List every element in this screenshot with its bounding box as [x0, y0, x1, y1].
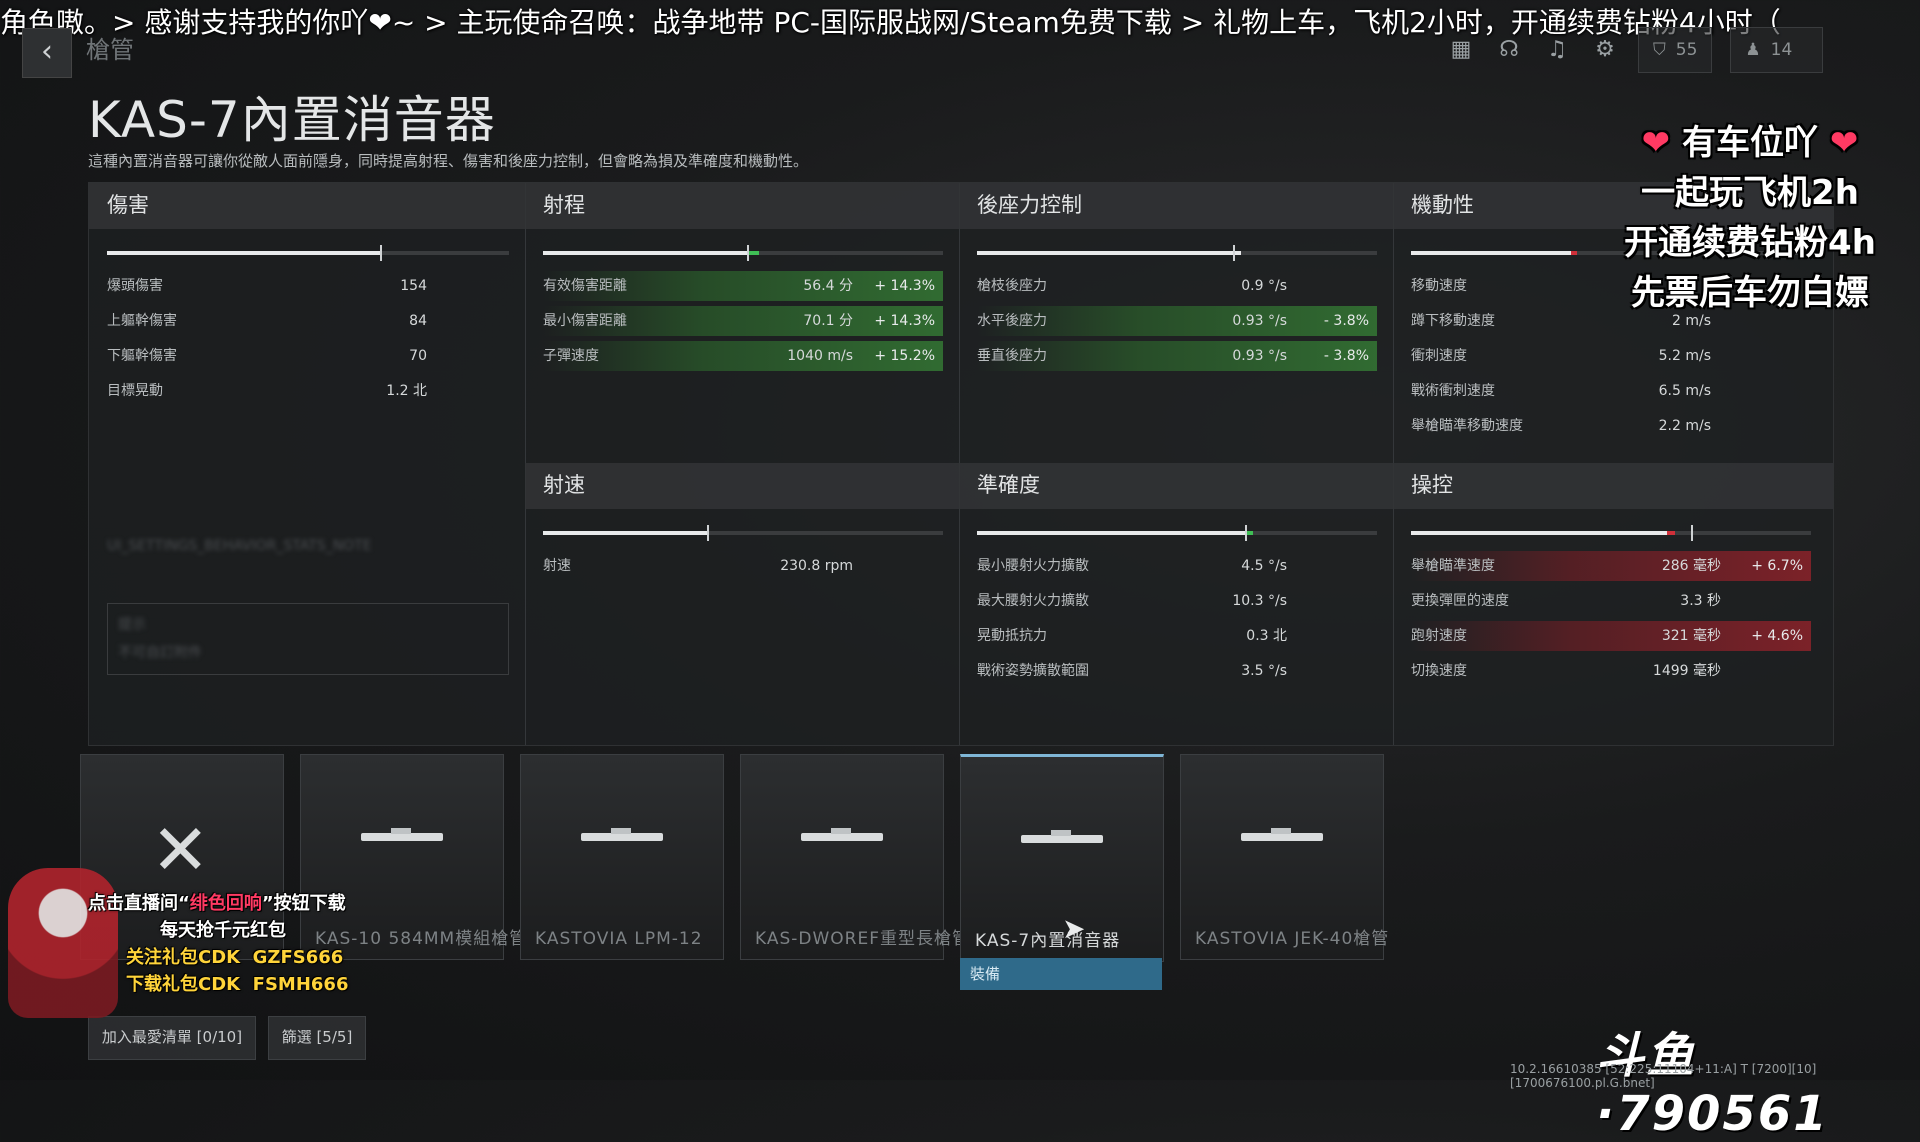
players-box[interactable]: ♟ 14 — [1730, 27, 1824, 73]
filter-button[interactable]: 篩選 [5/5] — [268, 1016, 366, 1060]
stat-row: 戰術姿勢擴散範圍 3.5 °/s — [977, 663, 1287, 679]
stat-row: 水平後座力 0.93 °/s - 3.8% — [977, 306, 1377, 336]
accuracy-section: 準確度 最小腰射火力擴散 4.5 °/s 最大腰射火力擴散 10.3 °/s 晃動抵… — [959, 463, 1394, 745]
fire-rate-header: 射速 — [525, 463, 959, 509]
rank-badge-icon: ⛉ — [1653, 40, 1666, 60]
barrel-icon — [1021, 830, 1103, 843]
stat-row: 舉槍瞄準速度 286 毫秒 + 6.7% — [1411, 551, 1811, 581]
top-right-toolbar: ▦ ☊ ♫ ⚙ ⛉ 55 ♟ 14 — [1446, 27, 1824, 73]
attachment-card[interactable]: KASTOVIA LPM-12 — [520, 754, 724, 960]
barrel-icon — [801, 828, 883, 841]
stat-row: 槍枝後座力 0.9 °/s — [977, 278, 1287, 294]
stat-row: 舉槍瞄準移動速度 2.2 m/s — [1411, 418, 1711, 434]
close-icon: ✕ — [151, 809, 210, 891]
equip-label[interactable]: 裝備 — [960, 958, 1162, 990]
stat-row: 最小腰射火力擴散 4.5 °/s — [977, 558, 1287, 574]
stat-row: 爆頭傷害 154 — [107, 278, 427, 294]
stream-overlay-left: 点击直播间“绯色回响”按钮下载 每天抢千元红包 关注礼包CDK GZFS666 … — [88, 893, 349, 995]
barrel-icon — [1241, 828, 1323, 841]
damage-header: 傷害 — [89, 183, 525, 229]
stats-panel: 傷害 爆頭傷害 154 上軀幹傷害 84 下軀幹傷害 70 目標晃動 1.2 北 UI_… — [88, 182, 1834, 746]
stats-note: UI_SETTINGS_BEHAVIOR_STATS_NOTE — [107, 538, 372, 554]
range-bar — [543, 245, 943, 261]
stream-overlay-right: ❤ 有车位吖 ❤ 一起玩飞机2h 开通续费钻粉4h 先票后车勿白嫖 — [1624, 123, 1876, 313]
stat-row: 目標晃動 1.2 北 — [107, 383, 427, 399]
stat-row: 最小傷害距離 70.1 分 + 14.3% — [543, 306, 943, 336]
chevron-left-icon: ‹ — [41, 34, 53, 69]
stat-row: 晃動抵抗力 0.3 北 — [977, 628, 1287, 644]
barrel-icon — [361, 828, 443, 841]
stat-row: 跑射速度 321 毫秒 + 4.6% — [1411, 621, 1811, 651]
handling-header: 操控 — [1393, 463, 1833, 509]
range-section: 射程 有效傷害距離 56.4 分 + 14.3% 最小傷害距離 70.1 分 + 14.… — [525, 183, 960, 463]
range-header: 射程 — [525, 183, 959, 229]
mouse-cursor-icon: ➤ — [1062, 912, 1086, 945]
attachment-card[interactable]: KASTOVIA JEK-40槍管 — [1180, 754, 1388, 960]
stat-row: 上軀幹傷害 84 — [107, 313, 427, 329]
stat-row: 有效傷害距離 56.4 分 + 14.3% — [543, 271, 943, 301]
attachment-description: 這種內置消音器可讓你從敵人面前隱身，同時提高射程、傷害和後座力控制，但會略為損及… — [88, 152, 809, 170]
recoil-bar — [977, 245, 1377, 261]
stat-row: 射速 230.8 rpm — [543, 558, 853, 574]
stat-row: 更換彈匣的速度 3.3 秒 — [1411, 593, 1721, 609]
gear-icon[interactable]: ⚙ — [1590, 35, 1620, 65]
headset-icon[interactable]: ☊ — [1494, 35, 1524, 65]
player-icon: ♟ — [1745, 40, 1761, 60]
stat-row: 最大腰射火力擴散 10.3 °/s — [977, 593, 1287, 609]
stat-row: 衝刺速度 5.2 m/s — [1411, 348, 1711, 364]
back-button[interactable]: ‹ — [22, 28, 72, 78]
attachment-card[interactable]: KAS-DWOREF重型長槍管 — [740, 754, 969, 960]
rank-value: 55 — [1675, 40, 1698, 60]
fire-rate-bar — [543, 525, 943, 541]
page-title: KAS-7內置消音器 — [88, 91, 496, 149]
damage-section: 傷害 爆頭傷害 154 上軀幹傷害 84 下軀幹傷害 70 目標晃動 1.2 北 UI_… — [89, 183, 526, 745]
accuracy-bar — [977, 525, 1377, 541]
stat-row: 下軀幹傷害 70 — [107, 348, 427, 364]
handling-bar — [1411, 525, 1811, 541]
heart-icon: ❤ — [1829, 123, 1859, 163]
stat-row: 切換速度 1499 毫秒 — [1411, 663, 1721, 679]
barrel-icon — [581, 828, 663, 841]
handling-section: 操控 舉槍瞄準速度 286 毫秒 + 6.7% 更換彈匣的速度 3.3 秒 跑射速度 3… — [1393, 463, 1833, 745]
bell-icon[interactable]: ♫ — [1542, 35, 1572, 65]
fire-rate-section: 射速 射速 230.8 rpm — [525, 463, 960, 745]
stat-row: 垂直後座力 0.93 °/s - 3.8% — [977, 341, 1377, 371]
heart-icon: ❤ — [1641, 123, 1671, 163]
stat-row: 戰術衝刺速度 6.5 m/s — [1411, 383, 1711, 399]
hint-box: 提示 不可自訂附件 — [107, 603, 509, 675]
breadcrumb: 槍管 — [86, 36, 134, 64]
recoil-section: 後座力控制 槍枝後座力 0.9 °/s 水平後座力 0.93 °/s - 3.8% 垂… — [959, 183, 1394, 463]
players-value: 14 — [1770, 40, 1793, 60]
accuracy-header: 準確度 — [959, 463, 1393, 509]
recoil-header: 後座力控制 — [959, 183, 1393, 229]
version-string: 10.2.16610385 [52:225:11104+11:A] T [720… — [1510, 1062, 1817, 1090]
add-to-favorites-button[interactable]: 加入最愛清單 [0/10] — [88, 1016, 256, 1060]
stat-row: 子彈速度 1040 m/s + 15.2% — [543, 341, 943, 371]
grid-icon[interactable]: ▦ — [1446, 35, 1476, 65]
damage-bar — [107, 245, 509, 261]
rank-box[interactable]: ⛉ 55 — [1638, 27, 1713, 73]
